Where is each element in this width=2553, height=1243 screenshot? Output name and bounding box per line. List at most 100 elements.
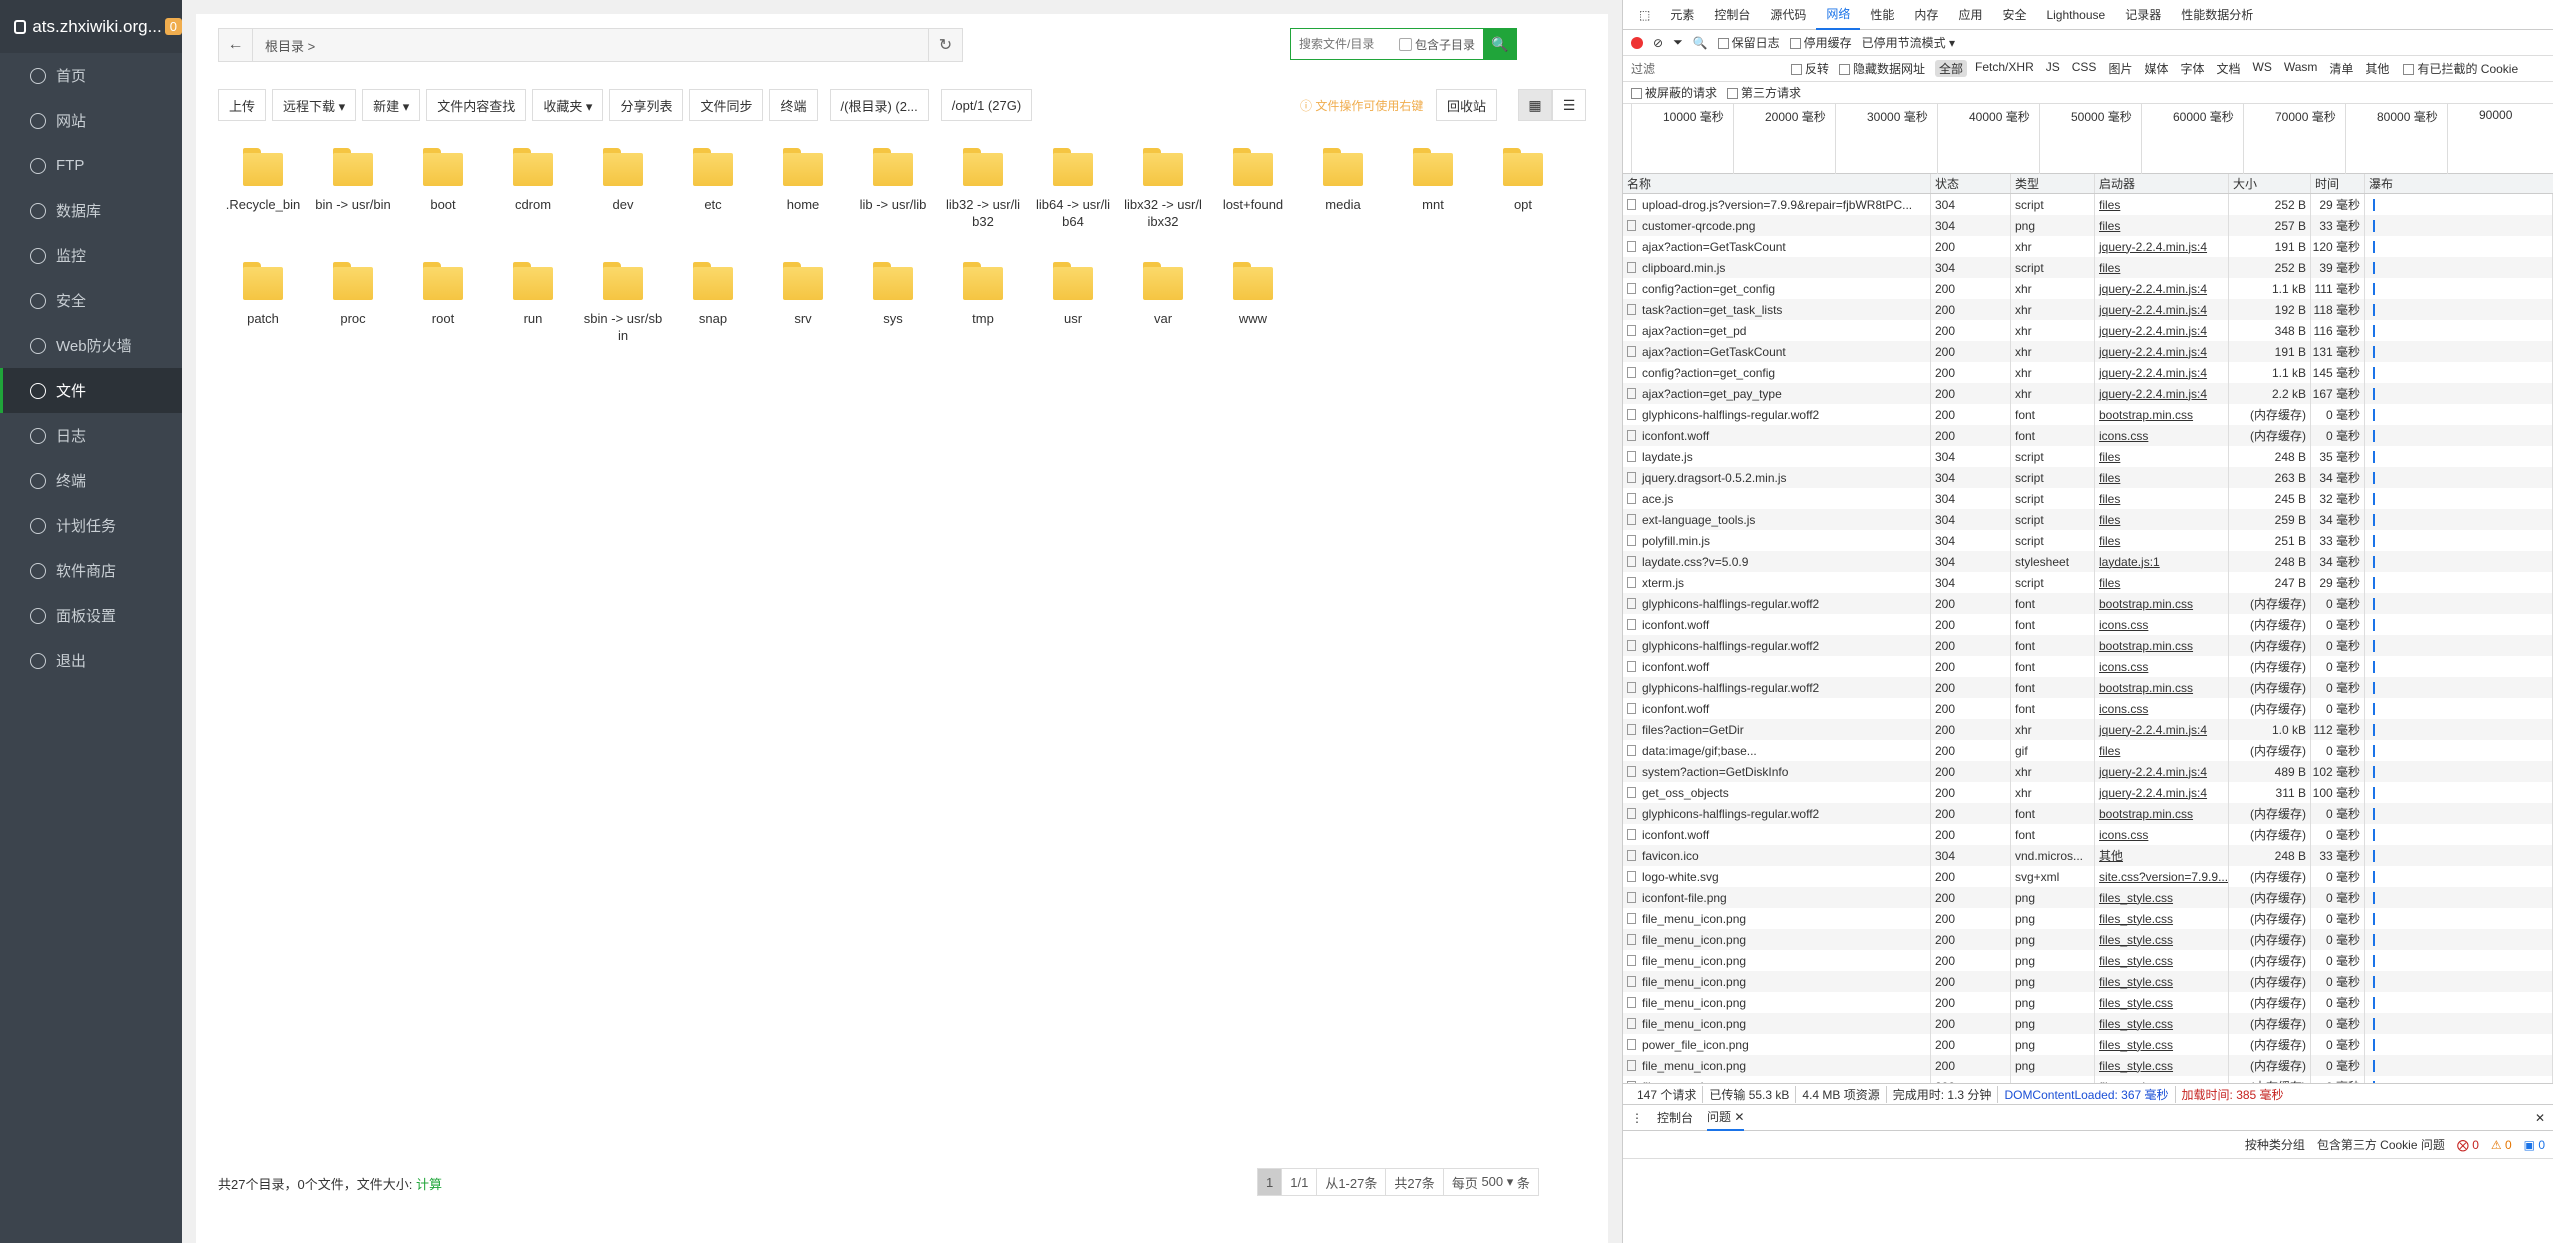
devtools-tab-8[interactable]: Lighthouse — [2036, 0, 2115, 30]
folder-item[interactable]: proc — [308, 256, 398, 370]
table-row[interactable]: jquery.dragsort-0.5.2.min.js 304 script fil… — [1623, 467, 2553, 488]
table-row[interactable]: file_menu_icon.png 200 png files_style.css (… — [1623, 1013, 2553, 1034]
folder-item[interactable]: srv — [758, 256, 848, 370]
folder-item[interactable]: sys — [848, 256, 938, 370]
table-cell[interactable]: icons.css — [2095, 614, 2229, 635]
table-cell[interactable]: files_style.css — [2095, 929, 2229, 950]
sidebar-item-11[interactable]: 软件商店 — [0, 548, 182, 593]
network-timeline[interactable]: 10000 毫秒 20000 毫秒 30000 毫秒 40000 毫秒 50000 毫秒… — [1623, 104, 2553, 174]
table-row[interactable]: ajax?action=get_pd 200 xhr jquery-2.2.4.min… — [1623, 320, 2553, 341]
type-filter-1[interactable]: Fetch/XHR — [1971, 60, 2038, 77]
inspect-icon[interactable]: ⬚ — [1629, 0, 1660, 30]
table-cell[interactable]: bootstrap.min.css — [2095, 404, 2229, 425]
folder-item[interactable]: lib64 -> usr/lib64 — [1028, 142, 1118, 256]
table-row[interactable]: ext-language_tools.js 304 script files 259 B… — [1623, 509, 2553, 530]
folder-item[interactable]: snap — [668, 256, 758, 370]
table-row[interactable]: power_file_icon.png 200 png files_style.css… — [1623, 1034, 2553, 1055]
folder-item[interactable]: lib32 -> usr/lib32 — [938, 142, 1028, 256]
devtools-tab-3[interactable]: 网络 — [1816, 0, 1861, 30]
table-cell[interactable]: bootstrap.min.css — [2095, 635, 2229, 656]
drawer-tab-console[interactable]: 控制台 — [1657, 1109, 1693, 1126]
column-header-2[interactable]: 类型 — [2011, 174, 2095, 193]
group-by-kind-checkbox[interactable]: 按种类分组 — [2245, 1136, 2305, 1153]
sidebar-item-2[interactable]: FTP — [0, 143, 182, 188]
invert-checkbox[interactable]: 反转 — [1791, 60, 1829, 77]
folder-item[interactable]: .Recycle_bin — [218, 142, 308, 256]
sidebar-item-9[interactable]: 终端 — [0, 458, 182, 503]
folder-item[interactable]: run — [488, 256, 578, 370]
table-row[interactable]: file_menu_icon.png 200 png files_style.css (… — [1623, 908, 2553, 929]
folder-item[interactable]: dev — [578, 142, 668, 256]
table-cell[interactable]: files_style.css — [2095, 971, 2229, 992]
table-row[interactable]: favicon.ico 304 vnd.micros... 其他 248 B 33 毫秒 — [1623, 845, 2553, 866]
table-cell[interactable]: 其他 — [2095, 845, 2229, 866]
table-cell[interactable]: files_style.css — [2095, 950, 2229, 971]
column-header-1[interactable]: 状态 — [1931, 174, 2011, 193]
table-row[interactable]: file_menu_icon.png 200 png files_style.css (… — [1623, 1055, 2553, 1076]
table-row[interactable]: config?action=get_config 200 xhr jquery-2.2… — [1623, 362, 2553, 383]
table-row[interactable]: iconfont.woff 200 font icons.css (内存缓存) 0 毫秒 — [1623, 656, 2553, 677]
folder-item[interactable]: tmp — [938, 256, 1028, 370]
table-cell[interactable]: files_style.css — [2095, 1055, 2229, 1076]
table-row[interactable]: iconfont.woff 200 font icons.css (内存缓存) 0 毫秒 — [1623, 824, 2553, 845]
table-cell[interactable]: site.css?version=7.9.9... — [2095, 866, 2229, 887]
table-cell[interactable]: files — [2095, 740, 2229, 761]
table-cell[interactable]: icons.css — [2095, 425, 2229, 446]
table-row[interactable]: iconfont-file.png 200 png files_style.css (内… — [1623, 887, 2553, 908]
table-cell[interactable]: jquery-2.2.4.min.js:4 — [2095, 383, 2229, 404]
third-party-cookie-checkbox[interactable]: 包含第三方 Cookie 问题 — [2317, 1136, 2445, 1153]
table-row[interactable]: customer-qrcode.png 304 png files 257 B 33 毫秒 — [1623, 215, 2553, 236]
column-header-4[interactable]: 大小 — [2229, 174, 2311, 193]
table-row[interactable]: laydate.css?v=5.0.9 304 stylesheet laydate.… — [1623, 551, 2553, 572]
page-current[interactable]: 1 — [1257, 1168, 1283, 1196]
table-cell[interactable]: files — [2095, 572, 2229, 593]
sidebar-item-8[interactable]: 日志 — [0, 413, 182, 458]
disk-button-1[interactable]: /opt/1 (27G) — [940, 89, 1033, 121]
devtools-tab-4[interactable]: 性能 — [1860, 0, 1904, 30]
table-cell[interactable]: bootstrap.min.css — [2095, 677, 2229, 698]
grid-view-icon[interactable]: ▦ — [1518, 89, 1552, 121]
search-button[interactable]: 🔍 — [1483, 28, 1517, 60]
devtools-tab-7[interactable]: 安全 — [1992, 0, 2036, 30]
table-row[interactable]: iconfont.woff 200 font icons.css (内存缓存) 0 毫秒 — [1623, 614, 2553, 635]
folder-item[interactable]: usr — [1028, 256, 1118, 370]
column-header-3[interactable]: 启动器 — [2095, 174, 2229, 193]
table-row[interactable]: glyphicons-halflings-regular.woff2 200 fon… — [1623, 404, 2553, 425]
table-cell[interactable]: files — [2095, 257, 2229, 278]
clear-icon[interactable]: ⊘ — [1653, 36, 1663, 50]
table-cell[interactable]: icons.css — [2095, 656, 2229, 677]
table-row[interactable]: glyphicons-halflings-regular.woff2 200 fon… — [1623, 677, 2553, 698]
folder-item[interactable]: opt — [1478, 142, 1568, 256]
toolbar-button-4[interactable]: 收藏夹 ▾ — [532, 89, 604, 121]
type-filter-5[interactable]: 媒体 — [2140, 60, 2172, 77]
blocked-cookies-checkbox[interactable]: 有已拦截的 Cookie — [2403, 60, 2518, 77]
type-filter-7[interactable]: 文档 — [2212, 60, 2244, 77]
table-row[interactable]: file_menu_icon.png 200 png files_style.css (… — [1623, 1076, 2553, 1083]
sidebar-item-5[interactable]: 安全 — [0, 278, 182, 323]
type-filter-11[interactable]: 其他 — [2361, 60, 2393, 77]
include-subdir-checkbox[interactable]: 包含子目录 — [1399, 36, 1475, 53]
folder-item[interactable]: media — [1298, 142, 1388, 256]
table-cell[interactable]: files — [2095, 446, 2229, 467]
sidebar-item-0[interactable]: 首页 — [0, 53, 182, 98]
drawer-menu-icon[interactable]: ⋮ — [1631, 1111, 1643, 1125]
folder-item[interactable]: root — [398, 256, 488, 370]
blocked-requests-checkbox[interactable]: 被屏蔽的请求 — [1631, 84, 1717, 101]
hide-data-urls-checkbox[interactable]: 隐藏数据网址 — [1839, 60, 1925, 77]
throttling-select[interactable]: 已停用节流模式 ▾ — [1862, 34, 1955, 51]
folder-item[interactable]: lost+found — [1208, 142, 1298, 256]
disk-button-0[interactable]: /(根目录) (2... — [829, 89, 929, 121]
table-row[interactable]: ajax?action=GetTaskCount 200 xhr jquery-2.2… — [1623, 236, 2553, 257]
toolbar-button-5[interactable]: 分享列表 — [609, 89, 684, 121]
devtools-tab-5[interactable]: 内存 — [1904, 0, 1948, 30]
table-row[interactable]: ajax?action=get_pay_type 200 xhr jquery-2.2… — [1623, 383, 2553, 404]
table-cell[interactable]: files — [2095, 530, 2229, 551]
close-icon[interactable]: ✕ — [2535, 1111, 2545, 1125]
type-filter-9[interactable]: Wasm — [2280, 60, 2322, 77]
toolbar-button-6[interactable]: 文件同步 — [689, 89, 764, 121]
devtools-tab-2[interactable]: 源代码 — [1760, 0, 1816, 30]
column-header-0[interactable]: 名称 — [1623, 174, 1931, 193]
folder-item[interactable]: home — [758, 142, 848, 256]
devtools-tab-1[interactable]: 控制台 — [1704, 0, 1760, 30]
table-cell[interactable]: jquery-2.2.4.min.js:4 — [2095, 362, 2229, 383]
